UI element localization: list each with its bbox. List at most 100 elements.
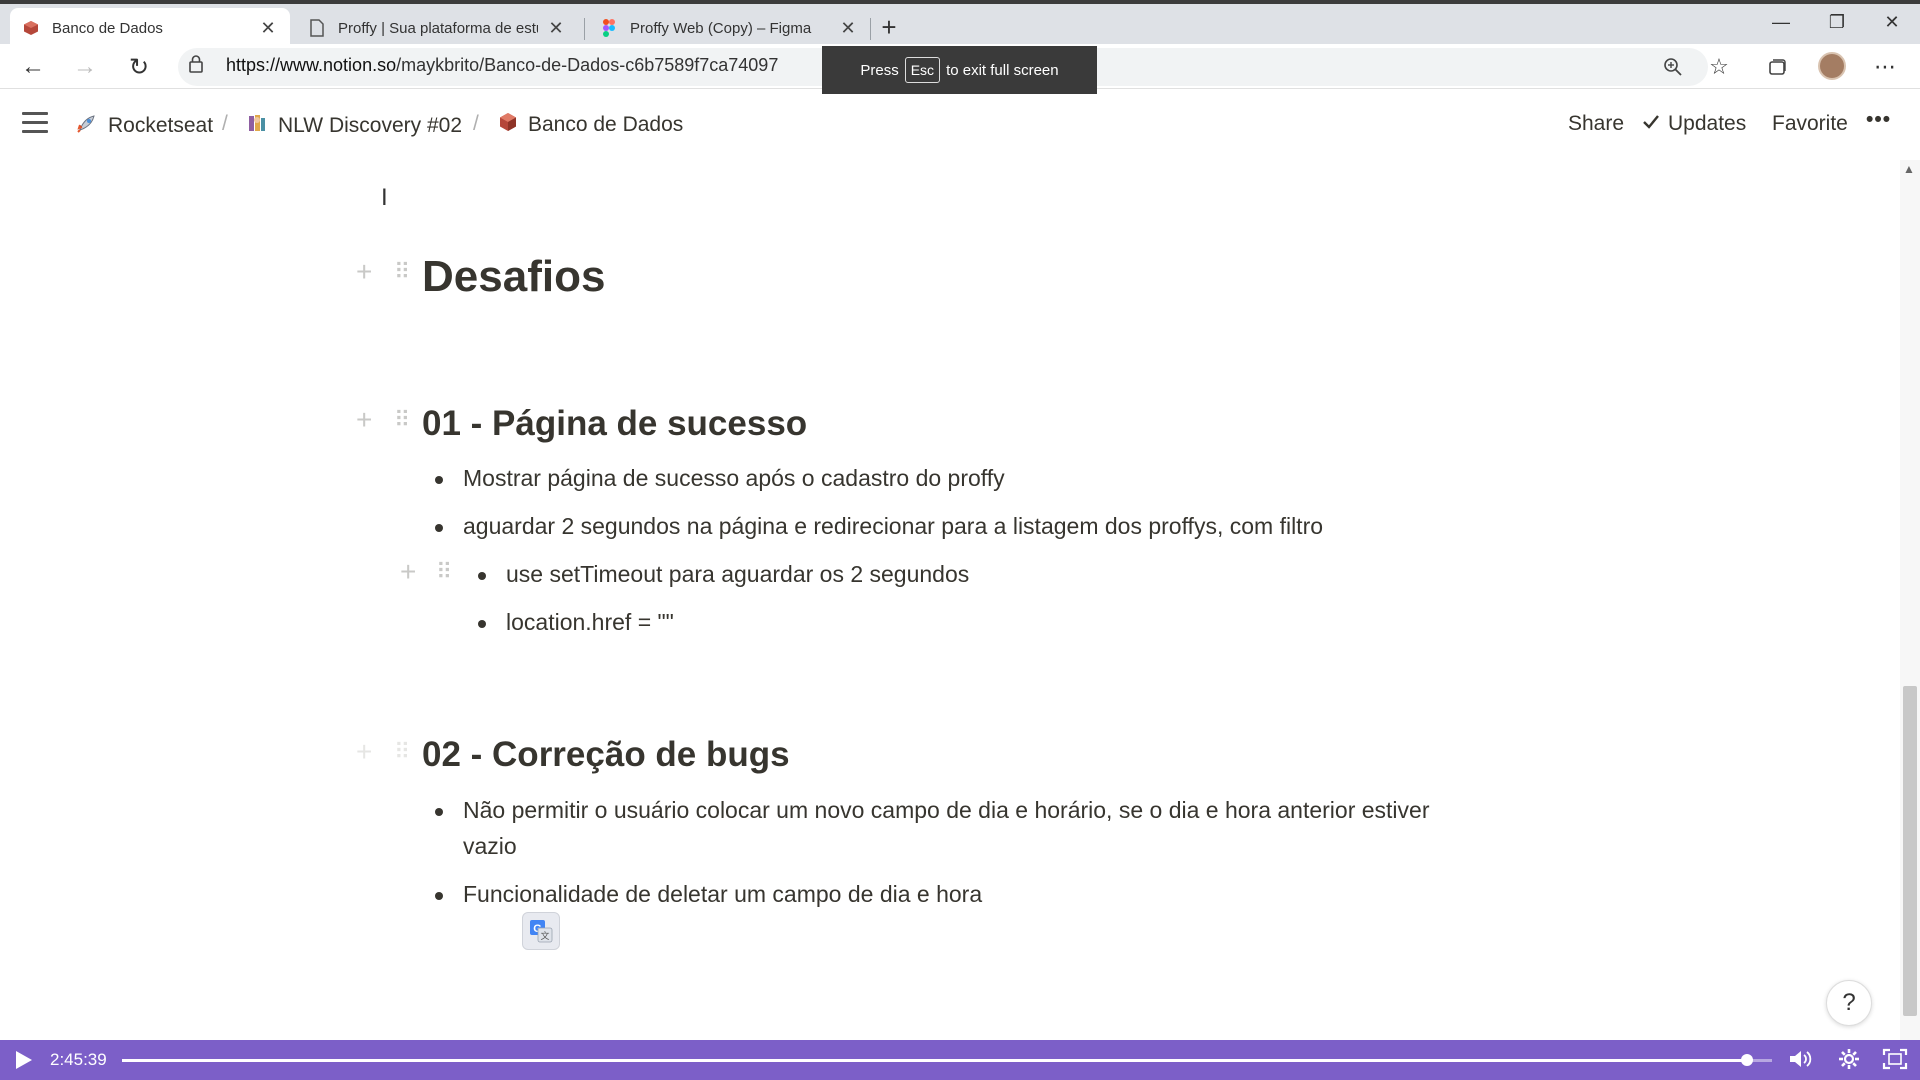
list-item[interactable]: Não permitir o usuário colocar um novo c… bbox=[435, 797, 1503, 824]
scroll-up-arrow-icon[interactable]: ▲ bbox=[1903, 162, 1915, 176]
page-icon bbox=[308, 19, 326, 37]
back-arrow-icon[interactable]: ← bbox=[16, 50, 50, 84]
add-block-icon[interactable]: + bbox=[356, 738, 372, 766]
list-item-text: Funcionalidade de deletar um campo de di… bbox=[463, 881, 983, 907]
bullet-dot bbox=[478, 572, 486, 580]
list-item[interactable]: aguardar 2 segundos na página e redireci… bbox=[435, 513, 1324, 540]
section-heading[interactable]: 02 - Correção de bugs bbox=[422, 735, 790, 775]
breadcrumb-banco-de-dados[interactable]: Banco de Dados bbox=[498, 112, 683, 138]
url-path: /maykbrito/Banco-de-Dados-c6b7589f7ca740… bbox=[396, 55, 779, 75]
breadcrumb-label: Banco de Dados bbox=[528, 113, 684, 136]
play-icon[interactable] bbox=[16, 1051, 32, 1069]
tab-proffy[interactable]: Proffy | Sua plataforma de estud… ✕ bbox=[296, 8, 578, 48]
cube-icon bbox=[498, 112, 518, 138]
notion-cube-icon bbox=[22, 19, 40, 37]
tab-title: Proffy Web (Copy) – Figma bbox=[630, 19, 812, 37]
drag-handle-icon[interactable]: ⠿ bbox=[394, 406, 410, 434]
bullet-dot bbox=[435, 808, 443, 816]
url-host: https://www.notion.so bbox=[226, 55, 397, 75]
zoom-icon[interactable] bbox=[1656, 50, 1690, 84]
share-button[interactable]: Share bbox=[1568, 112, 1624, 136]
bullet-dot bbox=[435, 524, 443, 532]
settings-gear-icon[interactable] bbox=[1838, 1048, 1860, 1076]
breadcrumb-separator: / bbox=[473, 112, 479, 135]
browser-tab-strip: Banco de Dados ✕ Proffy | Sua plataforma… bbox=[0, 0, 1920, 48]
fullscreen-toast: Press Esc to exit full screen bbox=[822, 46, 1097, 94]
progress-bar[interactable] bbox=[122, 1054, 1772, 1066]
lock-icon[interactable] bbox=[188, 54, 204, 79]
notion-topbar: Rocketseat / NLW Discovery #02 / Banco d… bbox=[0, 90, 1920, 160]
drag-handle-icon[interactable]: ⠿ bbox=[394, 738, 410, 766]
list-item-text: location.href = "" bbox=[506, 609, 674, 635]
url-text[interactable]: https://www.notion.so/maykbrito/Banco-de… bbox=[226, 55, 778, 76]
page-title[interactable]: Desafios bbox=[422, 252, 605, 302]
tab-banco-de-dados[interactable]: Banco de Dados ✕ bbox=[10, 8, 290, 48]
volume-icon[interactable] bbox=[1788, 1048, 1814, 1076]
add-block-icon[interactable]: + bbox=[356, 406, 372, 434]
fullscreen-icon[interactable] bbox=[1882, 1048, 1908, 1076]
updates-label: Updates bbox=[1668, 112, 1747, 135]
bullet-dot bbox=[435, 476, 443, 484]
translate-icon[interactable]: G文 bbox=[522, 912, 560, 950]
more-menu-icon[interactable]: ⋯ bbox=[1868, 50, 1902, 84]
more-options-icon[interactable]: ••• bbox=[1866, 108, 1891, 132]
profile-avatar[interactable] bbox=[1818, 52, 1846, 80]
progress-fill bbox=[122, 1059, 1748, 1062]
breadcrumb-nlw[interactable]: NLW Discovery #02 bbox=[246, 112, 462, 140]
page-content: I + ⠿ Desafios + ⠿ 01 - Página de sucess… bbox=[0, 160, 1900, 1040]
list-item-text: aguardar 2 segundos na página e redireci… bbox=[463, 513, 1324, 539]
add-block-icon[interactable]: + bbox=[400, 558, 416, 586]
toast-suffix-text: to exit full screen bbox=[946, 61, 1059, 79]
list-item-continuation: vazio bbox=[463, 833, 517, 859]
list-item-text: use setTimeout para aguardar os 2 segund… bbox=[506, 561, 970, 587]
playback-time: 2:45:39 bbox=[50, 1050, 107, 1069]
list-item[interactable]: Mostrar página de sucesso após o cadastr… bbox=[435, 465, 1005, 492]
list-item[interactable]: Funcionalidade de deletar um campo de di… bbox=[435, 881, 983, 908]
checkmark-icon bbox=[1642, 112, 1660, 136]
tab-title: Proffy | Sua plataforma de estud… bbox=[338, 19, 538, 37]
new-tab-button[interactable]: + bbox=[874, 12, 904, 43]
breadcrumb-label: Rocketseat bbox=[108, 114, 214, 137]
books-icon bbox=[246, 112, 268, 140]
esc-key-badge: Esc bbox=[904, 57, 941, 83]
toast-press-text: Press bbox=[860, 61, 899, 79]
text-cursor-icon: I bbox=[381, 184, 388, 211]
updates-button[interactable]: Updates bbox=[1642, 112, 1746, 136]
forward-arrow-icon[interactable]: → bbox=[68, 50, 102, 84]
close-tab-icon[interactable]: ✕ bbox=[546, 18, 566, 39]
rocket-icon bbox=[76, 112, 98, 140]
progress-knob[interactable] bbox=[1741, 1054, 1754, 1066]
bullet-dot bbox=[435, 892, 443, 900]
list-item[interactable]: location.href = "" bbox=[478, 609, 674, 636]
list-item-text: Não permitir o usuário colocar um novo c… bbox=[463, 797, 1430, 823]
section-heading[interactable]: 01 - Página de sucesso bbox=[422, 404, 807, 444]
breadcrumb-label: NLW Discovery #02 bbox=[278, 114, 462, 137]
close-tab-icon[interactable]: ✕ bbox=[258, 18, 278, 39]
restore-icon[interactable]: ❐ bbox=[1822, 12, 1852, 33]
window-close-icon[interactable]: ✕ bbox=[1877, 12, 1907, 33]
breadcrumb-rocketseat[interactable]: Rocketseat bbox=[76, 112, 213, 140]
bullet-dot bbox=[478, 620, 486, 628]
help-button[interactable]: ? bbox=[1826, 980, 1872, 1026]
close-tab-icon[interactable]: ✕ bbox=[838, 18, 858, 39]
tab-separator bbox=[584, 18, 585, 40]
figma-icon bbox=[600, 19, 618, 37]
breadcrumb-separator: / bbox=[222, 112, 228, 135]
favorite-star-icon[interactable]: ☆ bbox=[1702, 50, 1736, 84]
tab-title: Banco de Dados bbox=[52, 19, 163, 37]
list-item[interactable]: use setTimeout para aguardar os 2 segund… bbox=[478, 561, 970, 588]
drag-handle-icon[interactable]: ⠿ bbox=[394, 258, 410, 286]
reload-icon[interactable]: ↻ bbox=[122, 50, 156, 84]
add-block-icon[interactable]: + bbox=[356, 258, 372, 286]
drag-handle-icon[interactable]: ⠿ bbox=[436, 558, 452, 586]
svg-text:文: 文 bbox=[540, 930, 549, 942]
minimize-icon[interactable]: — bbox=[1766, 12, 1796, 33]
tab-separator bbox=[870, 18, 871, 40]
video-player-controls: 2:45:39 bbox=[0, 1040, 1920, 1080]
tab-figma[interactable]: Proffy Web (Copy) – Figma ✕ bbox=[588, 8, 870, 48]
sidebar-toggle-icon[interactable] bbox=[22, 112, 48, 134]
collections-icon[interactable] bbox=[1760, 50, 1794, 84]
list-item-text: Mostrar página de sucesso após o cadastr… bbox=[463, 465, 1005, 491]
favorite-button[interactable]: Favorite bbox=[1772, 112, 1848, 136]
scrollbar-thumb[interactable] bbox=[1903, 686, 1917, 1016]
